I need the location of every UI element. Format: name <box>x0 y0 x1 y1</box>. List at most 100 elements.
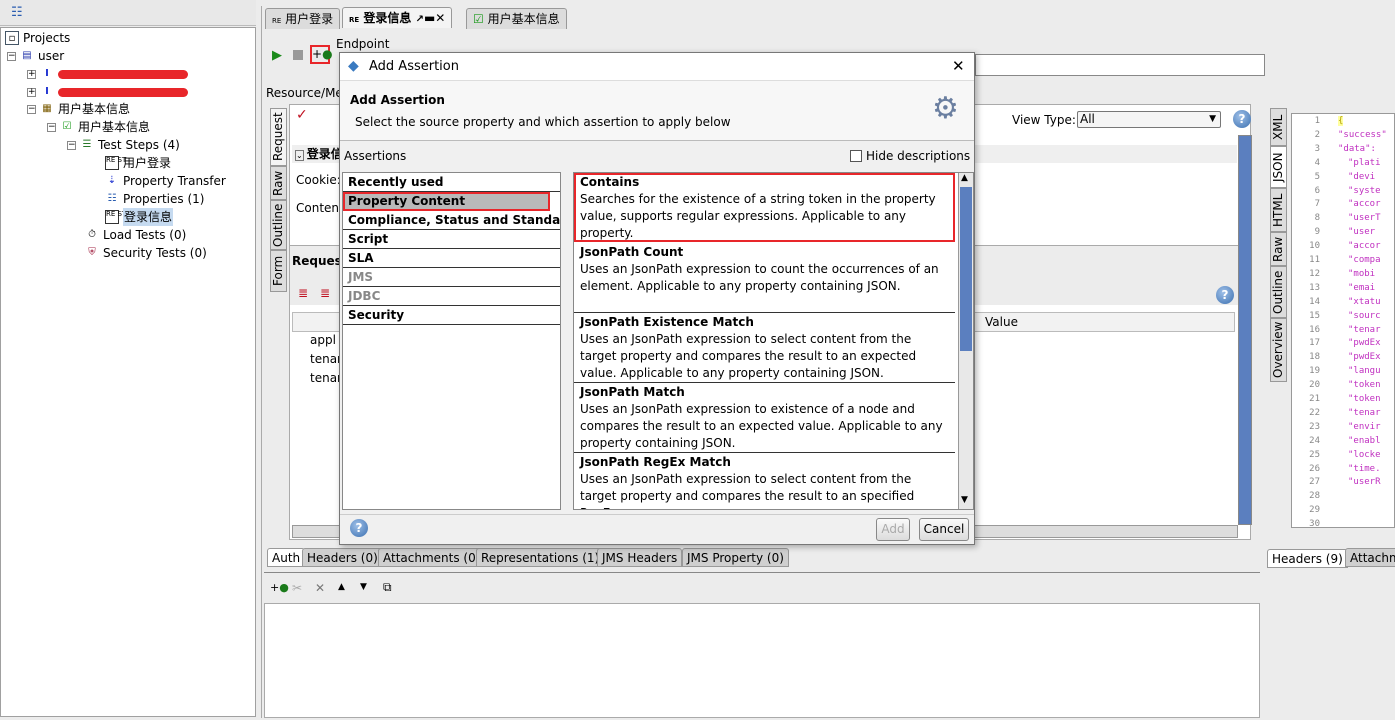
scroll-up-icon[interactable]: ▲ <box>961 173 968 183</box>
tree-testcase[interactable]: − ☑ 用户基本信息 <box>47 118 150 136</box>
hide-descriptions-checkbox[interactable]: Hide descriptions <box>850 149 970 163</box>
assertion-jsonpath-count[interactable]: JsonPath Count Uses an JsonPath expressio… <box>574 243 955 313</box>
tab-user-login[interactable]: RE 用户登录 <box>265 8 341 29</box>
collapse-all-icon[interactable]: ☷ <box>11 5 23 20</box>
tree-teststeps[interactable]: − ☰ Test Steps (4) <box>67 136 180 154</box>
tab-headers[interactable]: Headers (0) <box>302 548 383 567</box>
move-up-icon[interactable]: ▲ <box>338 582 345 592</box>
vtab-outline[interactable]: Outline <box>1270 266 1287 318</box>
tree-service-redacted[interactable]: + I <box>27 83 188 101</box>
add-assertion-icon[interactable]: +● <box>310 45 333 64</box>
help-icon[interactable]: ? <box>1216 286 1234 304</box>
help-button[interactable]: ? <box>350 519 368 537</box>
add-button[interactable]: Add <box>876 518 910 541</box>
tree-label: Property Transfer <box>123 174 226 188</box>
tree-testsuite[interactable]: − ▦ 用户基本信息 <box>27 100 130 118</box>
category-jdbc[interactable]: JDBC <box>343 287 560 306</box>
cookies-label: Cookie: <box>296 173 341 187</box>
expand-icon[interactable]: + <box>27 69 36 79</box>
scroll-thumb[interactable] <box>960 187 972 351</box>
collapse-icon[interactable]: − <box>47 122 56 132</box>
assertion-contains[interactable]: Contains Searches for the existence of a … <box>574 173 955 242</box>
tab-response-headers[interactable]: Headers (9) <box>1267 549 1348 568</box>
category-security[interactable]: Security <box>343 306 560 325</box>
vertical-scrollbar[interactable] <box>1238 135 1252 525</box>
copy-icon[interactable]: ⧉ <box>383 580 392 595</box>
view-type-select[interactable]: All ▼ <box>1077 111 1221 128</box>
category-property-content[interactable]: Property Content <box>343 192 550 211</box>
assertion-jsonpath-existence[interactable]: JsonPath Existence Match Uses an JsonPath… <box>574 313 955 383</box>
assertion-jsonpath-regex[interactable]: JsonPath RegEx Match Uses an JsonPath exp… <box>574 453 955 509</box>
vtab-request[interactable]: Request <box>270 108 287 166</box>
add-icon[interactable]: +● <box>270 581 289 594</box>
add-param-icon[interactable]: ≣ <box>298 286 308 300</box>
scroll-down-icon[interactable]: ▼ <box>961 495 968 505</box>
help-icon[interactable]: ? <box>1233 110 1251 128</box>
assertion-name: Contains <box>580 175 640 189</box>
endpoint-input[interactable] <box>975 54 1265 76</box>
close-icon[interactable]: ✕ <box>952 57 965 75</box>
category-sla[interactable]: SLA <box>343 249 560 268</box>
collapse-icon[interactable]: − <box>7 51 16 61</box>
category-jms[interactable]: JMS <box>343 268 560 287</box>
minimize-icon[interactable]: ▬ <box>424 11 435 25</box>
json-response-view[interactable]: 1{2 "success" 3 "data": 4 "plati 5 "devi 6 "syste… <box>1291 113 1395 528</box>
delete-icon[interactable]: ✕ <box>315 581 325 595</box>
tree-project[interactable]: − ▤ user <box>7 47 64 65</box>
vtab-xml[interactable]: XML <box>1270 108 1287 146</box>
stop-icon[interactable] <box>293 50 303 60</box>
tab-jms-headers[interactable]: JMS Headers <box>597 548 683 567</box>
json-text: "envir <box>1348 421 1381 432</box>
assertion-scrollbar[interactable]: ▲ ▼ <box>958 173 973 509</box>
tree-root-projects[interactable]: ▫ Projects <box>5 29 70 47</box>
line-number: 18 <box>1309 352 1320 363</box>
assertion-jsonpath-match[interactable]: JsonPath Match Uses an JsonPath expressio… <box>574 383 955 453</box>
line-number: 17 <box>1309 338 1320 349</box>
chevron-down-icon: ▼ <box>1209 114 1216 124</box>
vtab-json[interactable]: JSON <box>1270 146 1287 188</box>
checkbox[interactable] <box>850 150 862 162</box>
tab-login-info[interactable]: RE 登录信息 ↗▬✕ <box>342 7 453 28</box>
category-recently-used[interactable]: Recently used <box>343 173 560 192</box>
line-number: 12 <box>1309 268 1320 279</box>
category-compliance[interactable]: Compliance, Status and Standards <box>343 211 560 230</box>
json-line: 22 "tenar <box>1292 407 1380 422</box>
category-script[interactable]: Script <box>343 230 560 249</box>
tab-attachments[interactable]: Attachments (0) <box>378 548 486 567</box>
move-down-icon[interactable]: ▼ <box>360 582 367 592</box>
tab-auth[interactable]: Auth <box>267 548 306 567</box>
tree-step[interactable]: ☷ Properties (1) <box>105 190 205 208</box>
collapse-icon[interactable]: − <box>67 140 76 150</box>
line-number: 22 <box>1309 407 1320 418</box>
param-row[interactable]: tenar <box>310 371 342 385</box>
cancel-button[interactable]: Cancel <box>919 518 969 541</box>
collapse-icon[interactable]: − <box>27 104 36 114</box>
tree-step[interactable]: ⇣ Property Transfer <box>105 172 226 190</box>
vtab-raw[interactable]: Raw <box>1270 232 1287 266</box>
vtab-html[interactable]: HTML <box>1270 188 1287 232</box>
collapse-icon[interactable]: ⌄ <box>295 150 304 161</box>
expand-icon[interactable]: + <box>27 87 36 97</box>
close-tab-icon[interactable]: ✕ <box>435 11 445 25</box>
cut-icon[interactable]: ✂ <box>292 581 302 595</box>
tab-user-basic-info[interactable]: ☑ 用户基本信息 <box>466 8 567 29</box>
tree-loadtests[interactable]: ⏱ Load Tests (0) <box>85 226 186 244</box>
tree-step-selected[interactable]: RE ST 登录信息 <box>105 208 174 226</box>
json-text: "tenar <box>1348 324 1381 335</box>
detach-icon[interactable]: ↗ <box>416 14 424 25</box>
vtab-raw[interactable]: Raw <box>270 166 287 200</box>
param-row[interactable]: appl <box>310 333 336 347</box>
tree-service-redacted[interactable]: + I <box>27 65 188 83</box>
vtab-outline[interactable]: Outline <box>270 200 287 250</box>
tab-jms-property[interactable]: JMS Property (0) <box>682 548 789 567</box>
run-icon[interactable]: ▶ <box>272 48 282 63</box>
remove-param-icon[interactable]: ≣ <box>320 286 330 300</box>
tab-representations[interactable]: Representations (1) <box>476 548 605 567</box>
tree-step[interactable]: RE ST 用户登录 <box>105 154 171 172</box>
vtab-form[interactable]: Form <box>270 250 287 292</box>
param-row[interactable]: tenar <box>310 352 342 366</box>
vtab-overview[interactable]: Overview <box>1270 318 1287 382</box>
tab-response-attachments[interactable]: Attachm <box>1345 548 1395 567</box>
assertion-name: JsonPath Existence Match <box>580 315 754 329</box>
tree-securitytests[interactable]: ⛨ Security Tests (0) <box>85 244 207 262</box>
